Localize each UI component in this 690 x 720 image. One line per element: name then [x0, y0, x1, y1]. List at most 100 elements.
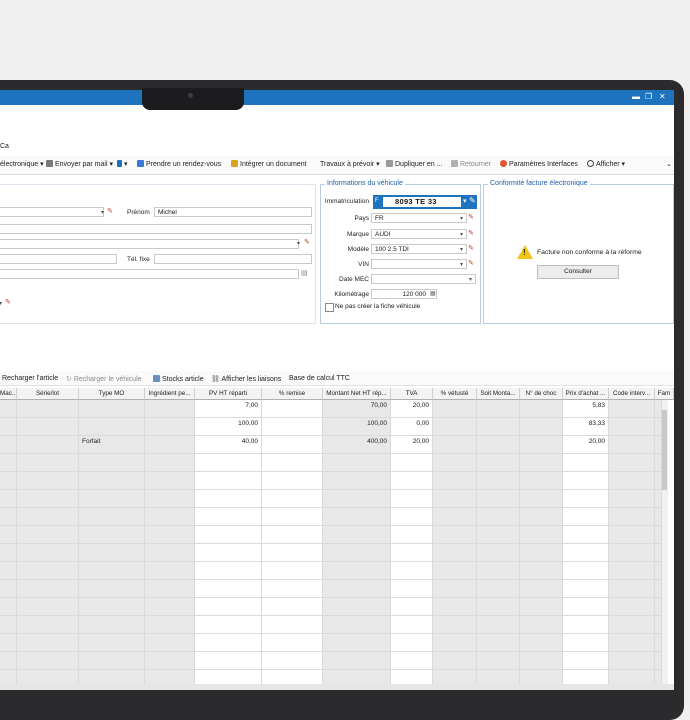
toolbar-parametres[interactable]: Paramètres Interfaces	[500, 160, 578, 168]
restore-button[interactable]: ❐	[645, 92, 652, 102]
chevron-down-icon[interactable]: ▾	[469, 276, 472, 283]
table-cell[interactable]: 20,00	[391, 436, 433, 454]
table-cell[interactable]	[0, 526, 17, 544]
table-cell[interactable]	[145, 634, 195, 652]
table-cell[interactable]	[323, 580, 391, 598]
toolbar-envoyer-mail[interactable]: Envoyer par mail ▾	[46, 160, 113, 168]
table-cell[interactable]	[391, 598, 433, 616]
recharger-article-button[interactable]: Recharger l'article	[2, 375, 58, 382]
table-cell[interactable]	[262, 454, 323, 472]
table-cell[interactable]	[195, 634, 262, 652]
toolbar-phone[interactable]: ▾	[117, 160, 128, 168]
table-cell[interactable]	[563, 454, 609, 472]
table-cell[interactable]	[477, 562, 520, 580]
table-cell[interactable]	[262, 508, 323, 526]
table-cell[interactable]	[145, 580, 195, 598]
table-cell[interactable]	[0, 544, 17, 562]
stocks-article-button[interactable]: Stocks article	[153, 375, 204, 383]
table-cell[interactable]	[609, 400, 655, 418]
table-cell[interactable]	[17, 652, 79, 670]
table-cell[interactable]	[520, 472, 563, 490]
chevron-down-icon[interactable]: ▾	[460, 215, 463, 222]
table-cell[interactable]	[477, 580, 520, 598]
column-header[interactable]: N° de choc	[520, 388, 563, 400]
prenom-field[interactable]: Michel	[154, 207, 312, 217]
chevron-down-icon[interactable]: ▾	[460, 261, 463, 268]
table-cell[interactable]	[0, 562, 17, 580]
table-cell[interactable]	[391, 580, 433, 598]
table-cell[interactable]	[145, 508, 195, 526]
table-cell[interactable]	[323, 472, 391, 490]
table-cell[interactable]	[262, 436, 323, 454]
table-cell[interactable]	[0, 436, 17, 454]
table-cell[interactable]	[0, 508, 17, 526]
table-cell[interactable]	[79, 526, 145, 544]
table-cell[interactable]	[145, 616, 195, 634]
table-cell[interactable]	[433, 472, 477, 490]
table-cell[interactable]	[79, 472, 145, 490]
table-cell[interactable]	[520, 634, 563, 652]
table-cell[interactable]	[79, 544, 145, 562]
table-cell[interactable]	[262, 526, 323, 544]
table-cell[interactable]	[0, 598, 17, 616]
close-button[interactable]: ✕	[659, 92, 666, 102]
table-cell[interactable]	[433, 490, 477, 508]
table-cell[interactable]	[655, 616, 662, 634]
column-header[interactable]: PV HT réparti	[195, 388, 262, 400]
table-cell[interactable]: 5,83	[563, 400, 609, 418]
table-cell[interactable]	[655, 634, 662, 652]
table-cell[interactable]	[563, 634, 609, 652]
toolbar-afficher[interactable]: Afficher ▾	[587, 160, 625, 168]
table-cell[interactable]	[17, 436, 79, 454]
table-cell[interactable]: 40,00	[195, 436, 262, 454]
table-cell[interactable]	[262, 634, 323, 652]
table-cell[interactable]	[477, 544, 520, 562]
table-cell[interactable]	[655, 544, 662, 562]
table-cell[interactable]	[609, 418, 655, 436]
table-cell[interactable]	[79, 490, 145, 508]
table-cell[interactable]	[655, 508, 662, 526]
consulter-button[interactable]: Consulter	[537, 265, 619, 279]
base-ttc-button[interactable]: Base de calcul TTC	[289, 375, 350, 382]
edit-icon[interactable]: ✎	[304, 238, 310, 246]
table-cell[interactable]	[433, 454, 477, 472]
table-cell[interactable]	[477, 598, 520, 616]
table-cell[interactable]	[655, 580, 662, 598]
table-cell[interactable]	[655, 652, 662, 670]
table-cell[interactable]	[262, 490, 323, 508]
table-cell[interactable]	[145, 490, 195, 508]
column-header[interactable]: Fam	[655, 388, 674, 400]
table-cell[interactable]	[520, 490, 563, 508]
table-cell[interactable]	[0, 472, 17, 490]
table-cell[interactable]	[433, 418, 477, 436]
table-cell[interactable]	[477, 616, 520, 634]
table-cell[interactable]	[0, 490, 17, 508]
table-cell[interactable]: 400,00	[323, 436, 391, 454]
table-cell[interactable]	[262, 472, 323, 490]
table-cell[interactable]	[17, 508, 79, 526]
table-cell[interactable]	[79, 652, 145, 670]
edit-icon[interactable]: ✎	[468, 229, 474, 237]
table-cell[interactable]	[520, 508, 563, 526]
table-cell[interactable]	[0, 580, 17, 598]
table-cell[interactable]	[195, 616, 262, 634]
table-cell[interactable]	[609, 544, 655, 562]
table-cell[interactable]	[323, 652, 391, 670]
table-cell[interactable]	[17, 562, 79, 580]
city-field[interactable]	[0, 239, 299, 249]
table-cell[interactable]	[433, 562, 477, 580]
column-header[interactable]: Série/lot	[17, 388, 79, 400]
table-cell[interactable]	[520, 598, 563, 616]
mec-field[interactable]	[371, 274, 476, 284]
column-header[interactable]: Mac...	[0, 388, 17, 400]
table-cell[interactable]: 7,00	[195, 400, 262, 418]
table-cell[interactable]	[0, 616, 17, 634]
chevron-down-icon[interactable]: ▾	[460, 231, 463, 238]
table-cell[interactable]	[145, 526, 195, 544]
table-cell[interactable]	[520, 562, 563, 580]
table-cell[interactable]	[0, 400, 17, 418]
table-cell[interactable]	[655, 526, 662, 544]
edit-icon[interactable]: ✎	[5, 298, 11, 306]
table-cell[interactable]	[477, 508, 520, 526]
table-cell[interactable]	[195, 580, 262, 598]
